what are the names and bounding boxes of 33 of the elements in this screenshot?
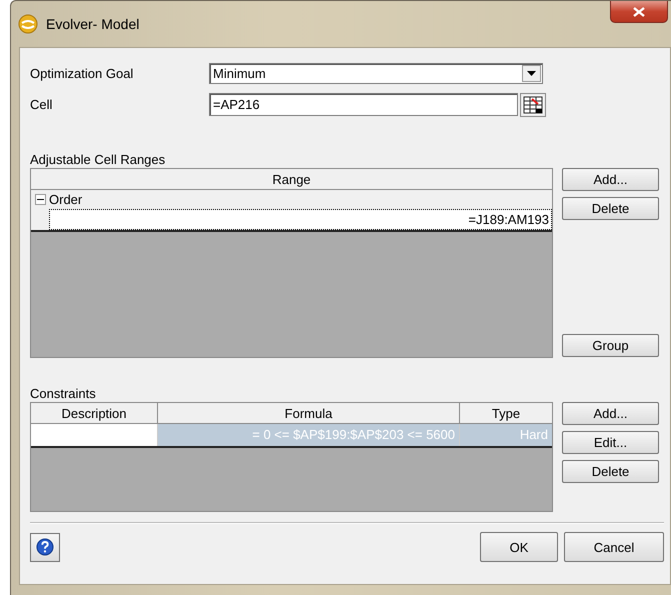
field-label: Optimization Goal	[30, 66, 134, 81]
help-button[interactable]	[30, 532, 60, 562]
cell-picker-button[interactable]	[520, 92, 546, 116]
dropdown-arrow-icon	[527, 71, 536, 76]
section-label: Constraints	[30, 386, 97, 402]
dialog-button[interactable]: Cancel	[564, 532, 664, 562]
group-name: Order	[49, 192, 82, 207]
close-icon	[633, 6, 645, 16]
column-header: Type	[460, 403, 552, 424]
column-header: Description	[31, 403, 158, 424]
constraint-action-button[interactable]: Edit...	[562, 431, 659, 454]
column-header: Formula	[158, 403, 460, 424]
help-icon	[36, 538, 54, 556]
close-button[interactable]	[610, 1, 668, 23]
field-label: Cell	[30, 97, 54, 112]
constraint-action-button[interactable]: Delete	[562, 460, 659, 483]
dialog-button[interactable]: OK	[480, 532, 558, 562]
table-cell: Hard	[460, 424, 552, 446]
window-title: Evolver- Model	[46, 16, 140, 32]
range-cell[interactable]: =J189:AM193	[49, 209, 552, 230]
goal-dropdown[interactable]: Minimum	[209, 63, 543, 84]
spreadsheet-icon	[523, 96, 543, 114]
table-cell: = 0 <= $AP$199:$AP$203 <= 5600	[158, 424, 460, 446]
app-logo-icon	[18, 14, 38, 34]
range-action-button[interactable]: Group	[562, 334, 659, 357]
section-label: Adjustable Cell Ranges	[30, 152, 166, 168]
column-header: Range	[31, 169, 552, 190]
range-action-button[interactable]: Add...	[562, 168, 659, 191]
constraint-action-button[interactable]: Add...	[562, 402, 659, 425]
minus-icon	[37, 196, 44, 203]
range-action-button[interactable]: Delete	[562, 197, 659, 220]
collapse-toggle[interactable]	[35, 194, 46, 205]
cell-field[interactable]: =AP216	[209, 93, 518, 116]
